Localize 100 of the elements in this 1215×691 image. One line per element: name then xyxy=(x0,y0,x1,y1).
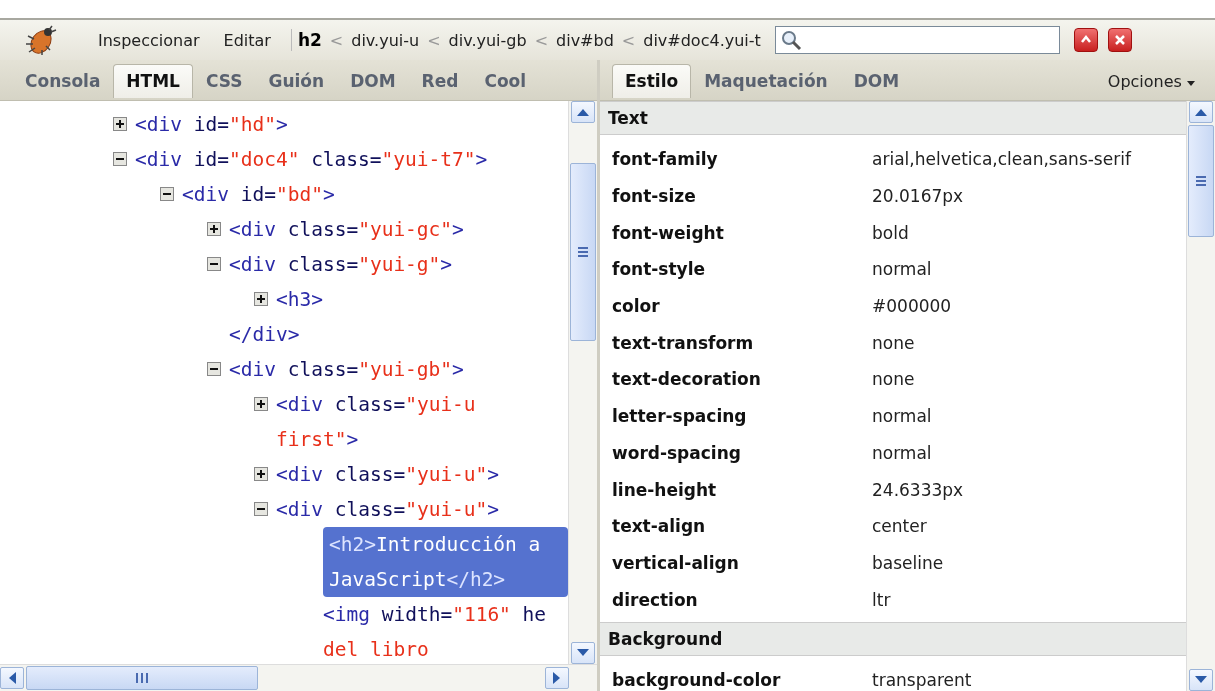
html-element[interactable]: <div id="bd"> xyxy=(182,177,335,212)
toolbar-button[interactable]: Inspeccionar xyxy=(90,30,208,50)
vertical-scrollbar[interactable] xyxy=(1186,101,1215,691)
property-value: bold xyxy=(872,222,909,243)
collapse-icon[interactable] xyxy=(207,257,221,271)
property-name: text-transform xyxy=(611,332,755,353)
property-value: normal xyxy=(872,406,932,427)
html-element[interactable]: <div class="yui-u first"> xyxy=(276,387,568,457)
panel-tab[interactable]: HTML xyxy=(113,64,193,98)
property-name: vertical-align xyxy=(611,552,740,573)
expand-icon[interactable] xyxy=(254,292,268,306)
property-name: font-size xyxy=(611,186,697,207)
breadcrumb-separator: < xyxy=(621,30,636,50)
panel-tab[interactable]: Consola xyxy=(12,64,114,98)
scrollbar-thumb[interactable] xyxy=(1188,125,1214,237)
vertical-scrollbar[interactable] xyxy=(568,101,597,664)
grip-icon xyxy=(1195,175,1207,187)
scroll-left-button[interactable] xyxy=(0,667,24,689)
panel-tab[interactable]: Cool xyxy=(471,64,540,98)
panel-tab[interactable]: DOM xyxy=(337,64,409,98)
panel-tab[interactable]: Maquetación xyxy=(691,64,841,98)
breadcrumb-item[interactable]: div#bd xyxy=(556,30,614,50)
scroll-up-button[interactable] xyxy=(1189,101,1213,123)
html-element[interactable]: <div id="hd"> xyxy=(135,107,288,142)
search-field[interactable] xyxy=(774,26,1060,54)
property-value: normal xyxy=(872,442,932,463)
scroll-up-button[interactable] xyxy=(571,101,595,123)
property-value: none xyxy=(872,332,915,353)
expand-icon[interactable] xyxy=(254,467,268,481)
breadcrumb-item[interactable]: div.yui-u xyxy=(351,30,420,50)
panel-tab[interactable]: DOM xyxy=(840,64,913,98)
section-header: Text xyxy=(600,101,1186,135)
html-element[interactable]: <h2>Introducción a JavaScript</h2> xyxy=(323,527,568,597)
property-value: arial,helvetica,clean,sans-serif xyxy=(872,149,1131,170)
expand-icon[interactable] xyxy=(254,397,268,411)
toolbar-button[interactable]: Editar xyxy=(215,30,279,50)
scroll-down-button[interactable] xyxy=(1189,669,1213,691)
scrollbar-thumb[interactable] xyxy=(26,666,258,690)
property-value: 20.0167px xyxy=(872,186,964,207)
grip-icon xyxy=(135,672,149,684)
property-name: text-align xyxy=(611,516,707,537)
scroll-right-button[interactable] xyxy=(545,667,569,689)
scrollbar-thumb[interactable] xyxy=(570,163,596,341)
collapse-icon[interactable] xyxy=(113,152,127,166)
expand-icon[interactable] xyxy=(113,117,127,131)
breadcrumb-separator: < xyxy=(534,30,549,50)
minimize-button[interactable] xyxy=(1073,28,1098,52)
panel-tab[interactable]: Estilo xyxy=(612,64,692,98)
options-menu[interactable]: Opciones xyxy=(1101,71,1201,92)
collapse-icon[interactable] xyxy=(160,187,174,201)
property-value: none xyxy=(872,369,915,390)
html-element[interactable]: <div id="doc4" class="yui-t7"> xyxy=(135,142,488,177)
property-value: transparent xyxy=(872,670,972,691)
collapse-icon[interactable] xyxy=(207,362,221,376)
breadcrumb-item[interactable]: div.yui-gb xyxy=(448,30,527,50)
breadcrumb-separator: < xyxy=(427,30,441,50)
horizontal-scrollbar[interactable] xyxy=(0,664,597,691)
search-icon xyxy=(779,29,802,51)
property-name: font-family xyxy=(611,149,719,170)
property-name: letter-spacing xyxy=(611,406,748,427)
close-icon xyxy=(1112,33,1127,47)
html-element[interactable]: <div class="yui-g"> xyxy=(229,247,453,282)
collapse-icon[interactable] xyxy=(254,502,268,516)
property-name: font-style xyxy=(611,259,707,280)
expand-icon[interactable] xyxy=(207,222,221,236)
html-element[interactable]: <img width="116" he del libro xyxy=(323,597,547,664)
breadcrumb-item[interactable]: div#doc4.yui-t xyxy=(643,30,761,50)
property-name: font-weight xyxy=(611,222,725,243)
arrow-left-icon xyxy=(8,672,16,684)
property-value: ltr xyxy=(872,589,891,610)
property-name: text-decoration xyxy=(611,369,762,390)
arrow-up-icon xyxy=(1195,108,1207,116)
html-element[interactable]: </div> xyxy=(229,317,300,352)
html-element[interactable]: <div class="yui-u"> xyxy=(276,492,500,527)
html-element[interactable]: <div class="yui-gb"> xyxy=(229,352,464,387)
property-value: normal xyxy=(872,259,932,280)
panel-tab[interactable]: Guión xyxy=(255,64,338,98)
arrow-right-icon xyxy=(553,672,561,684)
html-element[interactable]: <div class="yui-gc"> xyxy=(229,212,464,247)
html-element[interactable]: <h3> xyxy=(276,282,323,317)
property-name: word-spacing xyxy=(611,442,742,463)
section-header: Background xyxy=(600,621,1186,656)
scroll-down-button[interactable] xyxy=(571,642,595,664)
arrow-up-icon xyxy=(577,108,589,116)
arrow-down-icon xyxy=(577,649,589,657)
property-value: center xyxy=(872,516,927,537)
property-name: background-color xyxy=(611,670,782,691)
property-name: line-height xyxy=(611,479,718,500)
property-value: baseline xyxy=(872,552,944,573)
panel-tab[interactable]: CSS xyxy=(192,64,256,98)
property-name: direction xyxy=(611,589,699,610)
caret-icon xyxy=(1187,81,1195,87)
property-value: #000000 xyxy=(872,296,952,317)
html-element[interactable]: <div class="yui-u"> xyxy=(276,457,500,492)
breadcrumb-item[interactable]: h2 xyxy=(297,30,322,50)
property-name: color xyxy=(611,296,661,317)
arrow-down-icon xyxy=(1195,676,1207,684)
grip-icon xyxy=(577,246,589,258)
panel-tab[interactable]: Red xyxy=(408,64,472,98)
close-button[interactable] xyxy=(1107,28,1132,52)
